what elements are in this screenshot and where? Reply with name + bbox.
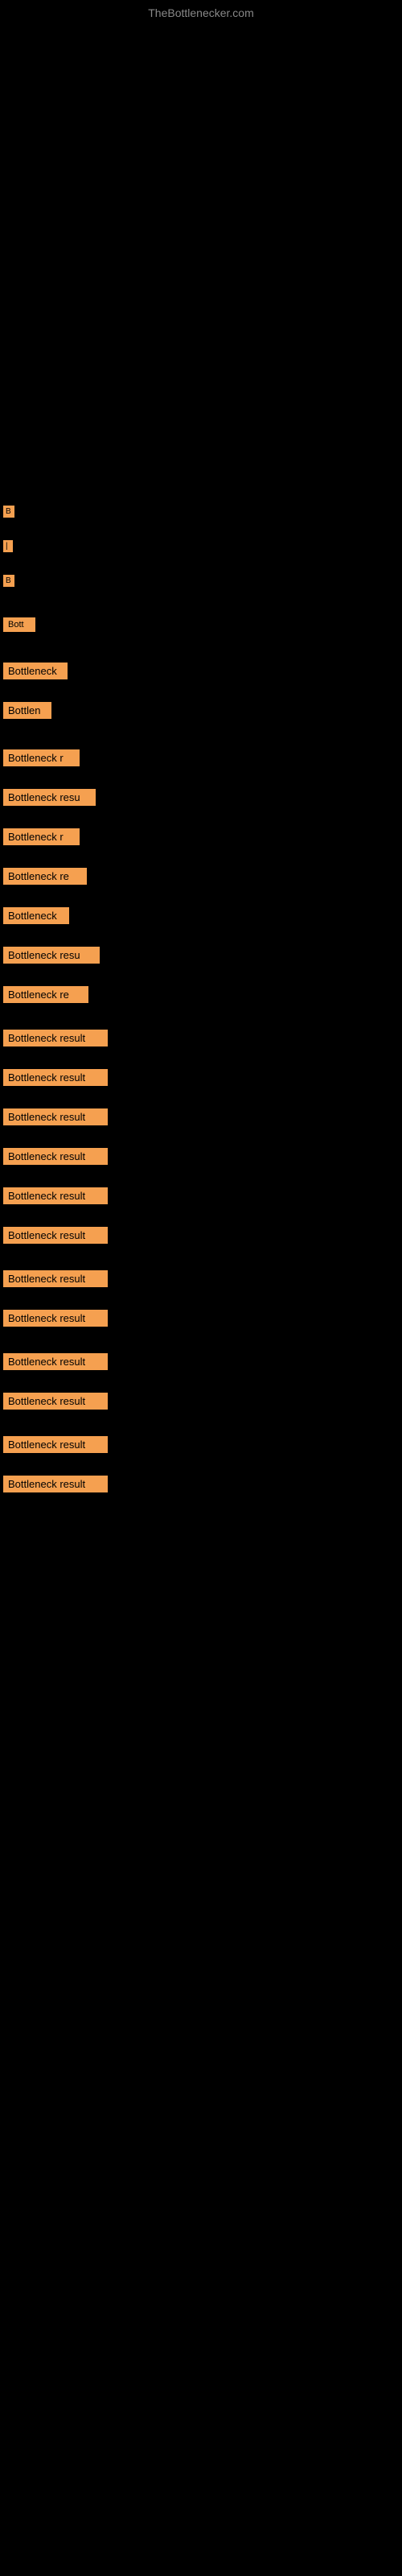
list-item: Bottleneck result xyxy=(3,1227,108,1244)
list-item: Bottleneck result xyxy=(3,1030,108,1046)
list-item: Bottleneck result xyxy=(3,1108,108,1125)
list-item: Bottleneck result xyxy=(3,1270,108,1287)
list-item: Bottleneck re xyxy=(3,986,88,1003)
list-item: Bottlen xyxy=(3,702,51,719)
list-item: Bottleneck resu xyxy=(3,789,96,806)
list-item: B xyxy=(3,506,14,518)
list-item: Bottleneck result xyxy=(3,1310,108,1327)
list-item: | xyxy=(3,540,13,552)
list-item: Bottleneck result xyxy=(3,1069,108,1086)
list-item: Bottleneck xyxy=(3,907,69,924)
list-item: Bottleneck r xyxy=(3,828,80,845)
list-item: Bottleneck r xyxy=(3,749,80,766)
list-item: Bottleneck result xyxy=(3,1436,108,1453)
list-item: Bottleneck re xyxy=(3,868,87,885)
list-item: Bott xyxy=(3,617,35,632)
list-item: Bottleneck result xyxy=(3,1148,108,1165)
list-item: Bottleneck resu xyxy=(3,947,100,964)
list-item: Bottleneck result xyxy=(3,1187,108,1204)
list-item: Bottleneck result xyxy=(3,1476,108,1492)
list-item: Bottleneck result xyxy=(3,1393,108,1410)
site-title: TheBottlenecker.com xyxy=(0,0,402,23)
results-container: B | B Bott Bottleneck Bottlen Bottleneck… xyxy=(0,506,402,1499)
list-item: Bottleneck result xyxy=(3,1353,108,1370)
list-item: B xyxy=(3,575,14,587)
list-item: Bottleneck xyxy=(3,663,68,679)
